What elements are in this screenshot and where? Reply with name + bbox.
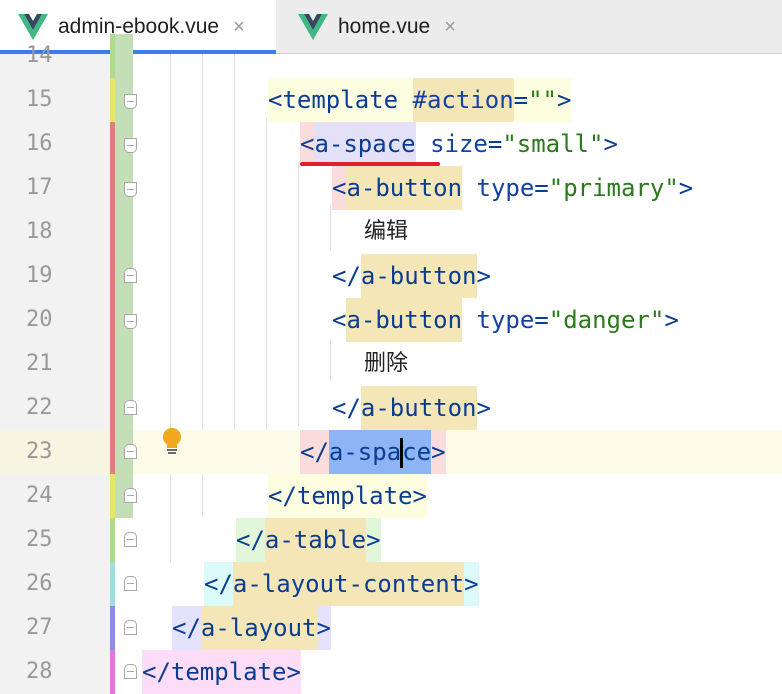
fold-close-icon[interactable] [124,268,137,283]
line-number: 15 [26,87,53,112]
code-text: <a-button type="primary"> [332,166,693,210]
line-number: 19 [26,263,53,288]
line-number: 17 [26,175,53,200]
code-line[interactable]: 24 </template> [0,474,782,518]
code-line[interactable]: 16 <a-space size="small"> [0,122,782,166]
fold-close-icon[interactable] [124,444,137,459]
code-line[interactable]: 19 </a-button> [0,254,782,298]
selected-tag-name: a-space [328,430,432,474]
change-marker [110,650,115,694]
fold-close-icon[interactable] [124,620,137,635]
code-line[interactable]: 27 </a-layout> [0,606,782,650]
code-text: </a-layout> [172,606,331,650]
fold-close-icon[interactable] [124,400,137,415]
line-number: 27 [26,615,53,640]
fold-close-icon[interactable] [124,664,137,679]
code-line[interactable]: 17 <a-button type="primary"> [0,166,782,210]
code-line[interactable]: 15 <template #action=""> [0,78,782,122]
button-text: 编辑 [364,219,409,244]
code-text: </template> [142,650,301,694]
fold-column [115,34,133,78]
fold-column [115,342,133,386]
fold-close-icon[interactable] [124,532,137,547]
line-number: 25 [26,527,53,552]
fold-open-icon[interactable] [124,138,137,153]
code-line[interactable]: 21 删除 [0,342,782,386]
code-line[interactable]: 28 </template> [0,650,782,694]
code-editor[interactable]: 14 15 <template #action=""> 16 <a-space … [0,34,782,694]
code-text: </a-button> [332,386,491,430]
code-line[interactable]: 18 编辑 [0,210,782,254]
line-number: 14 [26,43,53,68]
line-number: 21 [26,351,53,376]
fold-open-icon[interactable] [124,182,137,197]
change-marker [110,518,115,562]
code-text: </template> [268,474,427,518]
code-text: </a-button> [332,254,491,298]
change-marker [110,562,115,606]
code-text: </a-table> [236,518,381,562]
fold-close-icon[interactable] [124,488,137,503]
code-line-current[interactable]: 23 </a-space> [0,430,782,474]
code-text: </a-space> [300,430,446,474]
code-line[interactable]: 26 </a-layout-content> [0,562,782,606]
change-marker [110,606,115,650]
line-number: 16 [26,131,53,156]
button-text: 删除 [364,351,409,376]
code-text: <template #action=""> [268,78,572,122]
line-number: 26 [26,571,53,596]
line-number: 24 [26,483,53,508]
code-line[interactable]: 20 <a-button type="danger"> [0,298,782,342]
fold-close-icon[interactable] [124,576,137,591]
fold-open-icon[interactable] [124,94,137,109]
code-line[interactable]: 25 </a-table> [0,518,782,562]
line-number: 28 [26,659,53,684]
code-text: <a-space size="small"> [300,122,618,166]
fold-column [115,210,133,254]
line-number: 18 [26,219,53,244]
code-text: <a-button type="danger"> [332,298,679,342]
line-number: 23 [0,430,110,474]
fold-open-icon[interactable] [124,314,137,329]
lightbulb-icon[interactable] [160,426,184,458]
line-number: 22 [26,395,53,420]
code-text: </a-layout-content> [204,562,479,606]
code-line[interactable]: 22 </a-button> [0,386,782,430]
code-line[interactable]: 14 [0,34,782,78]
line-number: 20 [26,307,53,332]
